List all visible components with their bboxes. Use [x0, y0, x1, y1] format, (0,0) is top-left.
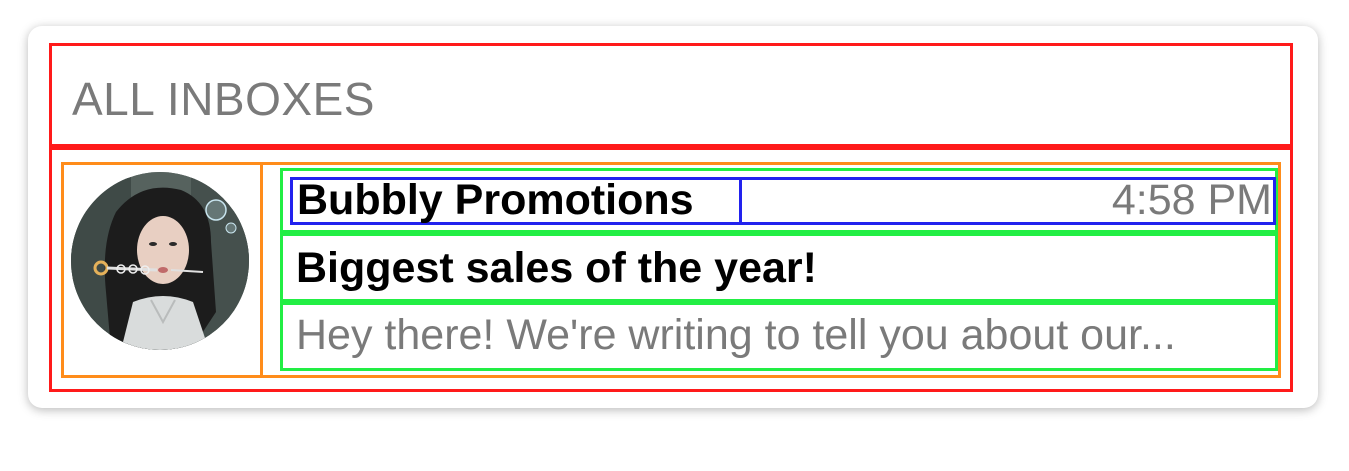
message-sender: Bubbly Promotions	[297, 176, 694, 224]
message-preview: Hey there! We're writing to tell you abo…	[296, 311, 1176, 359]
avatar	[71, 172, 249, 350]
inbox-title: ALL INBOXES	[72, 73, 375, 125]
message-subject: Biggest sales of the year!	[296, 244, 817, 292]
person-blowing-bubbles-photo	[71, 172, 249, 350]
message-time: 4:58 PM	[1111, 176, 1272, 224]
